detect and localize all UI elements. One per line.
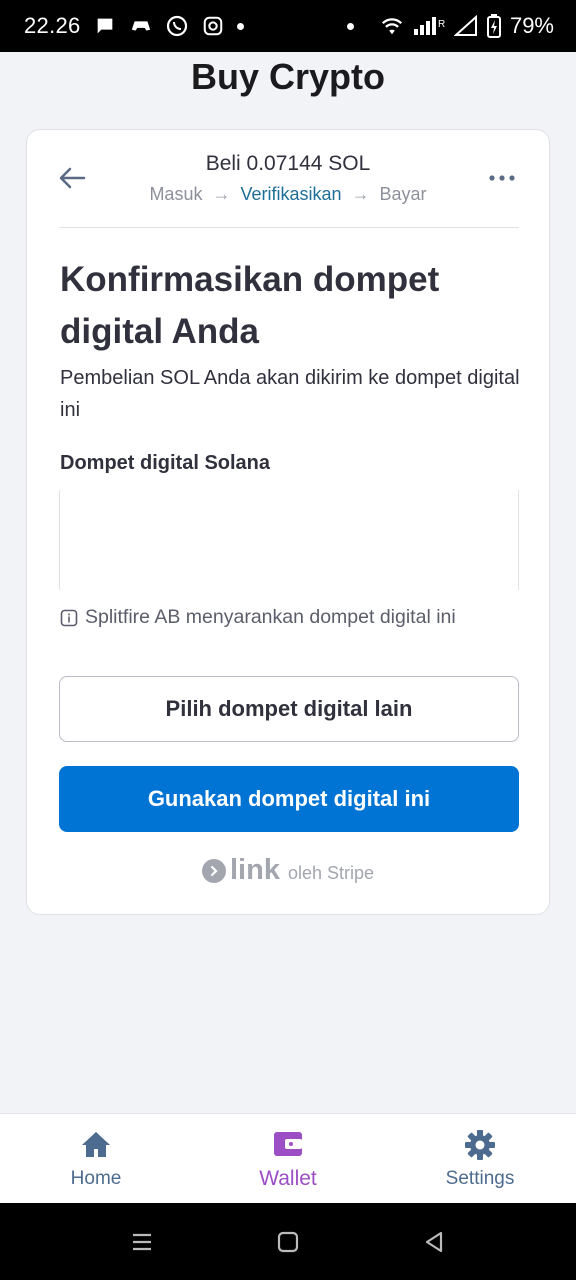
more-options-icon[interactable] [487,166,517,190]
nav-item-wallet[interactable]: Wallet [192,1114,384,1203]
link-chevron-icon [201,858,226,883]
bottom-nav: Home Wallet Settings [0,1113,576,1203]
breadcrumb-step-pay: Bayar [379,184,427,204]
link-logo: link [201,854,280,887]
nav-label-settings: Settings [445,1167,515,1189]
signal-icon: R [412,14,446,38]
notification-dot-icon [236,22,244,30]
redaction-overlay [220,530,500,560]
gear-icon [463,1128,497,1162]
svg-text:R: R [438,19,445,30]
status-bar: 22.26 R 79% [0,0,576,52]
recent-apps-icon[interactable] [129,1229,155,1255]
wallet-address-box [59,490,519,590]
page-title: Buy Crypto [190,56,385,97]
wifi-icon [380,14,404,38]
battery-charging-icon [486,14,502,38]
chat-bubble-icon [93,14,117,38]
breadcrumb-step-verify: Verifikasikan [240,184,342,204]
suggestion-text: Splitfire AB menyarankan dompet digital … [85,606,456,628]
use-this-wallet-button[interactable]: Gunakan dompet digital ini [59,766,519,832]
verify-wallet-card: Beli 0.07144 SOL Masuk → Verifikasikan →… [26,129,550,915]
back-button-icon[interactable] [421,1229,447,1255]
home-icon [79,1128,113,1162]
battery-level: 79% [509,13,554,38]
instagram-icon [201,14,225,38]
arrow-right-icon: → [351,184,370,204]
notification-dot-icon [346,22,354,30]
nav-label-home: Home [70,1167,122,1189]
choose-other-wallet-button[interactable]: Pilih dompet digital lain [59,676,519,742]
status-time: 22.26 [24,13,81,38]
wallet-label: Dompet digital Solana [60,452,271,474]
android-nav-bar [0,1203,576,1280]
home-button-icon[interactable] [275,1229,301,1255]
info-icon [60,609,78,627]
gamepad-icon [129,14,153,38]
nav-item-home[interactable]: Home [0,1114,192,1203]
divider [59,227,519,228]
signal-empty-icon [453,14,478,38]
arrow-right-icon: → [212,184,231,204]
confirm-subtext: Pembelian SOL Anda akan dikirim ke dompe… [60,367,520,421]
powered-by-text: oleh Stripe [287,863,375,883]
nav-label-wallet: Wallet [259,1166,317,1190]
breadcrumb-step-login: Masuk [149,184,203,204]
confirm-heading: Konfirmasikan dompet digital Anda [60,260,440,351]
nav-item-settings[interactable]: Settings [384,1114,576,1203]
whatsapp-icon [165,14,189,38]
suggestion-note: Splitfire AB menyarankan dompet digital … [60,606,456,629]
link-brand: link [229,854,280,886]
card-header: Beli 0.07144 SOL Masuk → Verifikasikan →… [27,130,549,228]
purchase-title: Beli 0.07144 SOL [205,152,371,175]
wallet-icon [271,1127,305,1161]
powered-by-link: link oleh Stripe [27,854,549,887]
breadcrumb: Masuk → Verifikasikan → Bayar [27,184,549,205]
